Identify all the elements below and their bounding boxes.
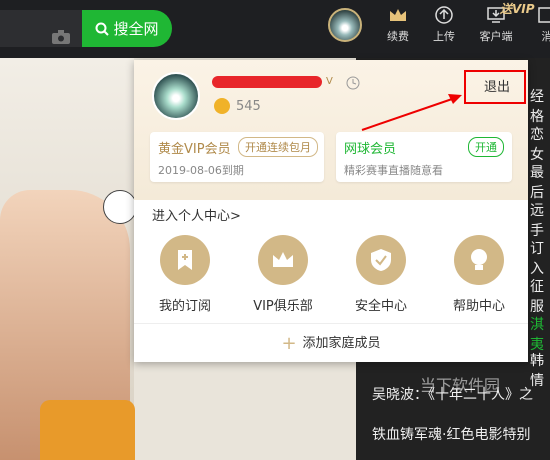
my-subscriptions-label: 我的订阅 — [158, 299, 211, 314]
sports-vip-open-button[interactable]: 开通 — [468, 137, 504, 157]
nav-renew-label: 续费 — [387, 30, 409, 43]
sports-vip-desc: 精彩赛事直播随意看 — [344, 164, 443, 177]
list-item[interactable]: 经格 — [530, 86, 550, 126]
points-count: 545 — [236, 99, 261, 114]
camera-icon[interactable] — [52, 30, 70, 44]
list-item[interactable]: 远手 — [530, 200, 550, 240]
lightbulb-icon — [454, 235, 504, 285]
sports-vip-title: 网球会员 — [344, 142, 397, 157]
search-input[interactable] — [0, 10, 82, 47]
more-icon — [538, 7, 550, 23]
annotation-highlight-box — [464, 70, 526, 104]
username-redacted — [212, 76, 322, 88]
security-center-label: 安全中心 — [354, 299, 407, 314]
avatar[interactable] — [152, 72, 200, 120]
vip-level-icon: V — [326, 76, 333, 87]
divider — [134, 323, 528, 324]
vip-promo-badge[interactable]: 送VIP — [500, 0, 535, 17]
banner-logo — [103, 190, 137, 224]
nav-upload-label: 上传 — [433, 30, 455, 43]
help-center[interactable]: 帮助中心 — [444, 235, 514, 314]
gold-vip-title: 黄金VIP会员 — [158, 142, 231, 157]
add-family-label: 添加家庭成员 — [302, 336, 381, 351]
gold-vip-card[interactable]: 黄金VIP会员 开通连续包月 2019-08-06到期 — [150, 132, 324, 182]
watermark: 当下软件园 — [420, 376, 501, 395]
help-center-label: 帮助中心 — [452, 299, 505, 314]
sports-vip-card[interactable]: 网球会员 开通 精彩赛事直播随意看 — [336, 132, 512, 182]
vip-club[interactable]: VIP俱乐部 — [248, 235, 318, 314]
bookmark-plus-icon — [160, 235, 210, 285]
personal-center-link[interactable]: 进入个人中心> — [152, 205, 241, 224]
search-icon — [95, 22, 110, 36]
gold-vip-expire: 2019-08-06到期 — [158, 164, 244, 177]
nav-more-label: 消 — [541, 30, 550, 43]
list-item[interactable]: 铁血铸军魂·红色电影特别 — [372, 424, 530, 444]
banner-shorts — [40, 400, 135, 460]
gold-vip-subscribe-button[interactable]: 开通连续包月 — [238, 137, 318, 157]
coin-icon — [214, 98, 230, 114]
list-item[interactable]: 韩情 — [530, 350, 550, 390]
nav-upload[interactable]: 上传 — [422, 6, 466, 44]
list-item[interactable]: 淇夷 — [530, 314, 550, 354]
list-item[interactable]: 恋女 — [530, 124, 550, 164]
clock-icon — [346, 76, 360, 90]
my-subscriptions[interactable]: 我的订阅 — [150, 235, 220, 314]
plus-icon: + — [281, 333, 297, 354]
add-family-button[interactable]: + 添加家庭成员 — [134, 332, 528, 354]
user-avatar[interactable] — [328, 8, 362, 42]
search-button-label: 搜全网 — [113, 20, 159, 38]
search-button[interactable]: 搜全网 — [82, 10, 172, 47]
crown-icon — [258, 235, 308, 285]
list-item[interactable]: 订入 — [530, 238, 550, 278]
nav-renew[interactable]: 续费 — [376, 6, 420, 44]
list-item[interactable]: 征服 — [530, 276, 550, 316]
top-bar: 搜全网 续费 上传 客户端 消 送VIP — [0, 0, 550, 58]
shield-check-icon — [356, 235, 406, 285]
list-item[interactable]: 最后 — [530, 162, 550, 202]
crown-icon — [390, 9, 406, 21]
upload-icon — [435, 6, 453, 24]
vip-club-label: VIP俱乐部 — [253, 299, 313, 314]
security-center[interactable]: 安全中心 — [346, 235, 416, 314]
user-dropdown-panel: V 545 退出 黄金VIP会员 开通连续包月 2019-08-06到期 网球会… — [134, 60, 528, 362]
nav-client-label: 客户端 — [479, 30, 513, 43]
